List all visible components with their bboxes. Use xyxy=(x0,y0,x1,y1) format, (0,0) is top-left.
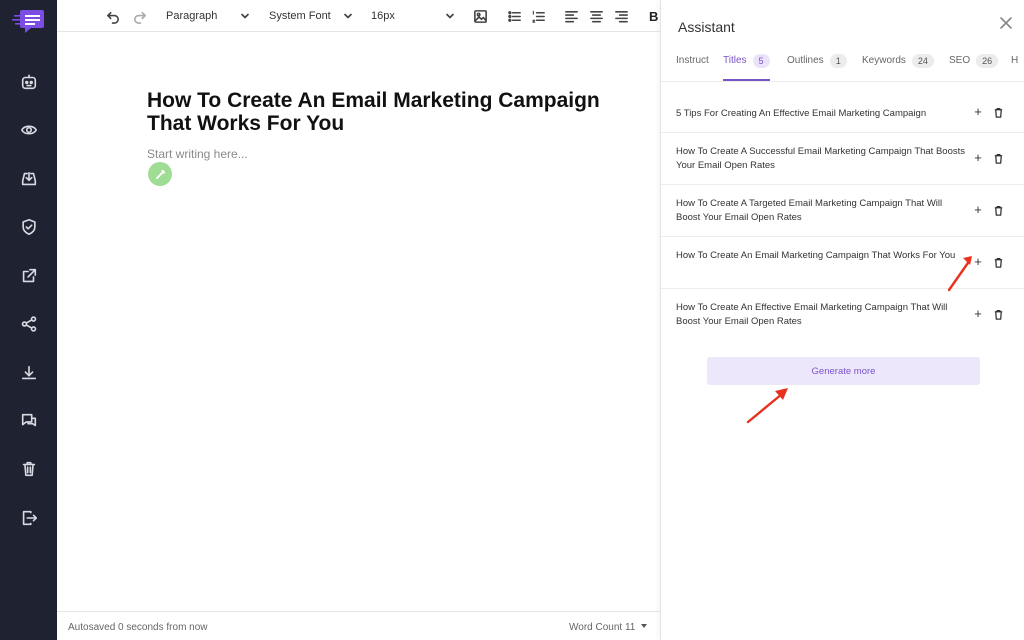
list-item[interactable]: 5 Tips For Creating An Effective Email M… xyxy=(661,82,1024,133)
font-size-select[interactable]: 16px xyxy=(371,6,457,26)
count-badge: 1 xyxy=(829,54,847,68)
trash-icon[interactable] xyxy=(993,203,1005,216)
left-sidebar xyxy=(0,0,57,640)
title-suggestion: How To Create A Successful Email Marketi… xyxy=(676,146,966,171)
logout-icon[interactable] xyxy=(18,507,40,529)
tab-label: SEO xyxy=(949,55,971,66)
list-item[interactable]: How To Create A Targeted Email Marketing… xyxy=(661,185,1024,237)
tab-label: Outlines xyxy=(787,55,824,66)
font-family-select[interactable]: System Font xyxy=(269,6,353,26)
eye-icon[interactable] xyxy=(18,119,40,141)
count-badge: 26 xyxy=(976,54,999,68)
external-link-icon[interactable] xyxy=(18,265,40,287)
annotation-arrow-icon xyxy=(746,388,788,424)
logo-icon[interactable] xyxy=(12,6,46,36)
share-icon[interactable] xyxy=(18,313,40,335)
bullet-list-icon[interactable] xyxy=(507,6,522,26)
tab-titles[interactable]: Titles 5 xyxy=(723,54,770,81)
trash-icon[interactable] xyxy=(993,307,1005,320)
autosave-status: Autosaved 0 seconds from now xyxy=(68,622,208,633)
tab-label: Keywords xyxy=(862,55,906,66)
count-badge: 5 xyxy=(752,54,770,68)
caret-down-icon[interactable] xyxy=(641,624,647,628)
title-suggestion: How To Create A Targeted Email Marketing… xyxy=(676,198,943,223)
image-icon[interactable] xyxy=(473,6,488,26)
add-icon[interactable]: + xyxy=(972,150,984,165)
font-family-value: System Font xyxy=(269,10,331,22)
tab-label: Titles xyxy=(723,55,747,66)
download-icon[interactable] xyxy=(18,362,40,384)
numbered-list-icon[interactable] xyxy=(531,6,546,26)
tab-seo[interactable]: SEO 26 xyxy=(949,54,999,81)
tab-keywords[interactable]: Keywords 24 xyxy=(862,54,934,81)
add-icon[interactable]: + xyxy=(972,104,984,119)
bold-button[interactable]: B xyxy=(649,6,658,26)
chevron-down-icon xyxy=(241,13,249,19)
chevron-down-icon xyxy=(446,13,454,19)
tab-label: H xyxy=(1011,55,1019,66)
status-bar: Autosaved 0 seconds from now Word Count … xyxy=(57,611,660,640)
trash-icon[interactable] xyxy=(993,151,1005,164)
editor-placeholder[interactable]: Start writing here... xyxy=(147,147,248,161)
align-center-icon[interactable] xyxy=(589,6,604,26)
trash-icon[interactable] xyxy=(993,255,1005,268)
align-right-icon[interactable] xyxy=(614,6,629,26)
trash-icon[interactable] xyxy=(18,458,40,480)
block-type-value: Paragraph xyxy=(166,10,218,22)
editor-canvas[interactable]: How To Create An Email Marketing Campaig… xyxy=(57,32,660,610)
add-icon[interactable]: + xyxy=(972,306,984,321)
chat-icon[interactable] xyxy=(18,410,40,432)
trash-icon[interactable] xyxy=(993,105,1005,118)
count-badge: 24 xyxy=(911,54,934,68)
pencil-icon[interactable] xyxy=(148,162,172,186)
panel-title: Assistant xyxy=(678,19,735,35)
align-left-icon[interactable] xyxy=(564,6,579,26)
word-count[interactable]: Word Count 11 xyxy=(569,622,635,633)
tab-instruct[interactable]: Instruct xyxy=(676,55,709,81)
inbox-download-icon[interactable] xyxy=(18,168,40,190)
annotation-arrow-icon xyxy=(947,256,972,292)
tab-label: Instruct xyxy=(676,55,709,66)
close-icon[interactable] xyxy=(999,16,1013,30)
generate-more-button[interactable]: Generate more xyxy=(707,357,980,385)
app-window: Paragraph System Font 16px B How To Crea… xyxy=(0,0,1024,640)
tab-more[interactable]: H xyxy=(1011,55,1018,81)
title-suggestion: How To Create An Effective Email Marketi… xyxy=(676,302,948,327)
redo-icon[interactable] xyxy=(132,6,147,26)
robot-icon[interactable] xyxy=(18,71,40,93)
undo-icon[interactable] xyxy=(106,6,121,26)
list-item[interactable]: How To Create An Effective Email Marketi… xyxy=(661,289,1024,341)
assistant-panel: Assistant Instruct Titles 5 Outlines 1 K… xyxy=(660,0,1024,640)
document-title[interactable]: How To Create An Email Marketing Campaig… xyxy=(147,89,627,135)
add-icon[interactable]: + xyxy=(972,202,984,217)
font-size-value: 16px xyxy=(371,10,395,22)
shield-check-icon[interactable] xyxy=(18,216,40,238)
block-type-select[interactable]: Paragraph xyxy=(166,6,250,26)
list-item[interactable]: How To Create A Successful Email Marketi… xyxy=(661,133,1024,185)
editor-toolbar: Paragraph System Font 16px B xyxy=(57,0,660,32)
assistant-tabs: Instruct Titles 5 Outlines 1 Keywords 24… xyxy=(661,46,1024,82)
chevron-down-icon xyxy=(344,13,352,19)
title-suggestion: 5 Tips For Creating An Effective Email M… xyxy=(676,108,927,119)
tab-outlines[interactable]: Outlines 1 xyxy=(787,54,847,81)
title-suggestion: How To Create An Email Marketing Campaig… xyxy=(676,250,956,261)
